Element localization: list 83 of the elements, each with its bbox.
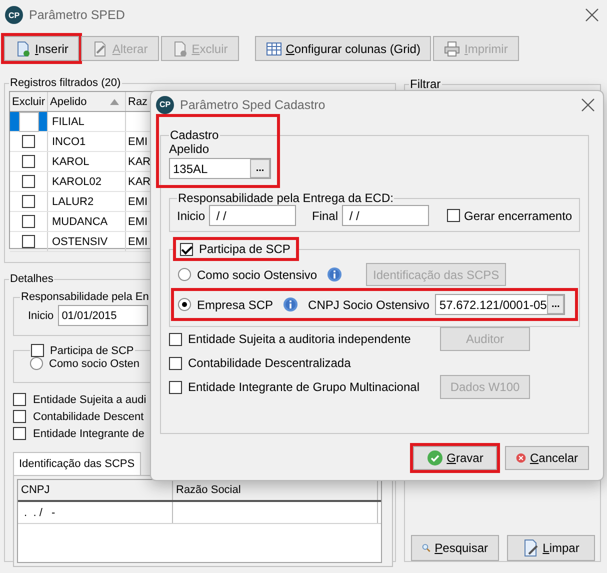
row-selector-cell[interactable] (10, 112, 48, 131)
field-label: Inicio (28, 310, 54, 322)
checkbox-label: Contabilidade Descent (33, 410, 144, 422)
checkbox[interactable] (169, 380, 182, 394)
close-icon[interactable] (585, 8, 599, 22)
document-pen-icon (522, 539, 539, 557)
sort-up-icon (110, 98, 119, 104)
field-label: Apelido (169, 142, 210, 158)
filter-button[interactable]: Pesquisar (411, 535, 499, 561)
radio-label: Empresa SCP (197, 298, 274, 312)
date-field[interactable]: / / (209, 205, 296, 226)
checkbox-label: Participa de SCP (50, 344, 134, 356)
table-icon (266, 40, 282, 56)
date-field[interactable]: 01/01/2015 (58, 305, 148, 326)
info-icon[interactable] (327, 267, 342, 282)
table-cell: KAROL (48, 152, 126, 171)
checkbox-label: Contabilidade Descentralizada (188, 356, 352, 370)
info-icon[interactable] (283, 297, 298, 312)
filter-button[interactable]: Limpar (507, 535, 595, 561)
radio-label: Como socio Osten (49, 358, 140, 370)
table-cell: LALUR2 (48, 192, 126, 211)
checkbox[interactable] (22, 175, 35, 188)
table-cell: . . / - (18, 502, 173, 523)
lookup-button[interactable]: ... (546, 295, 564, 314)
group-title: Responsabilidade pela En (20, 291, 150, 303)
table-cell: MUDANCA (48, 212, 126, 231)
field-label: CNPJ Socio Ostensivo (308, 298, 430, 312)
checkbox[interactable] (180, 242, 193, 256)
group-title: Detalhes (9, 273, 54, 285)
table-cell: KAROL02 (48, 172, 126, 191)
toolbar-button[interactable]: Inserir (4, 36, 80, 61)
app-logo: CP (156, 96, 174, 114)
checkbox[interactable] (447, 209, 460, 222)
group-title: Cadastro (169, 128, 220, 142)
checkbox[interactable] (22, 235, 35, 248)
app-logo: CP (5, 6, 23, 24)
field-label: Inicio (177, 208, 206, 222)
close-icon[interactable] (581, 98, 595, 112)
checkbox[interactable] (13, 393, 26, 406)
nickname-field[interactable]: 135AL ... (169, 158, 271, 179)
radio-button[interactable] (30, 357, 43, 370)
checkbox-label: Entidade Sujeita a audi (33, 394, 146, 406)
column-header[interactable]: Excluir (10, 92, 48, 111)
checkbox[interactable] (22, 195, 35, 208)
table-cell: INCO1 (48, 132, 126, 151)
checkbox-label: Gerar encerramento (464, 208, 572, 222)
dialog-button[interactable]: Cancelar (505, 446, 589, 470)
radio-button[interactable] (178, 268, 191, 281)
lookup-button[interactable]: ... (250, 159, 270, 178)
radio-label: Como socio Ostensivo (197, 268, 318, 282)
delete-document-icon (172, 40, 188, 56)
checkbox[interactable] (18, 112, 38, 132)
date-field[interactable]: / / (342, 205, 430, 226)
checkbox[interactable] (169, 356, 182, 370)
table-cell: FILIAL (48, 112, 126, 131)
cnpj-field[interactable]: 57.672.121/0001-05 ... (435, 294, 566, 315)
checkbox[interactable] (13, 410, 26, 423)
tab[interactable]: Identificação das SCPS (13, 452, 141, 475)
checkbox-label: Entidade Integrante de (33, 428, 144, 440)
field-label: Final (312, 208, 338, 222)
checkbox[interactable] (13, 427, 26, 440)
dialog-button[interactable]: Gravar (413, 446, 497, 470)
checkbox[interactable] (169, 332, 182, 346)
checkbox[interactable] (22, 155, 35, 168)
checkbox[interactable] (22, 135, 35, 148)
checkbox[interactable] (22, 215, 35, 228)
checkbox-label: Entidade Sujeita a auditoria independente (188, 332, 412, 346)
edit-document-icon (92, 40, 108, 56)
group-title: Filtrar (409, 77, 442, 91)
group-title: Responsabilidade pela Entrega da ECD: (177, 191, 394, 205)
checkbox[interactable] (31, 344, 44, 357)
window-title: Parâmetro SPED (29, 8, 126, 22)
group-title: Registros filtrados (20) (9, 77, 122, 89)
radio-button[interactable] (178, 298, 191, 311)
checkbox-label: Entidade Integrante de Grupo Multinacional (188, 380, 420, 394)
column-header[interactable]: Apelido (48, 92, 126, 111)
toolbar-button[interactable]: Configurar colunas (Grid) (254, 36, 432, 61)
new-document-icon (15, 40, 31, 56)
table-cell: OSTENSIV (48, 232, 126, 251)
dialog-title: Parâmetro Sped Cadastro (180, 98, 326, 112)
printer-icon (444, 40, 460, 56)
checkbox-label: Participa de SCP (199, 242, 290, 256)
check-icon (426, 450, 443, 466)
